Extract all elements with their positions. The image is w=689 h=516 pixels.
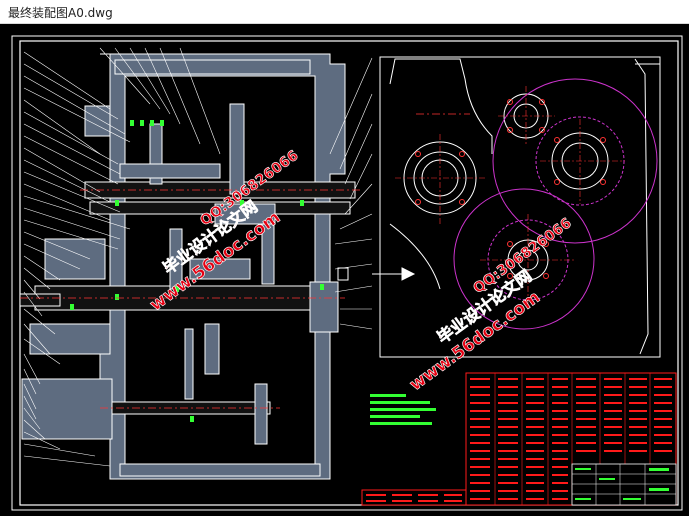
gearbox-section xyxy=(19,53,356,480)
cad-drawing: www.56doc.com 毕业设计论文网 QQ:306826066 www.5… xyxy=(11,35,683,511)
technical-notes xyxy=(370,394,436,425)
window-title: 最终装配图A0.dwg xyxy=(8,6,113,20)
revision-table xyxy=(361,489,467,506)
window-titlebar: 最终装配图A0.dwg xyxy=(0,0,689,24)
parts-list-table xyxy=(465,372,677,506)
drawing-canvas[interactable]: www.56doc.com 毕业设计论文网 QQ:306826066 www.5… xyxy=(0,24,689,516)
